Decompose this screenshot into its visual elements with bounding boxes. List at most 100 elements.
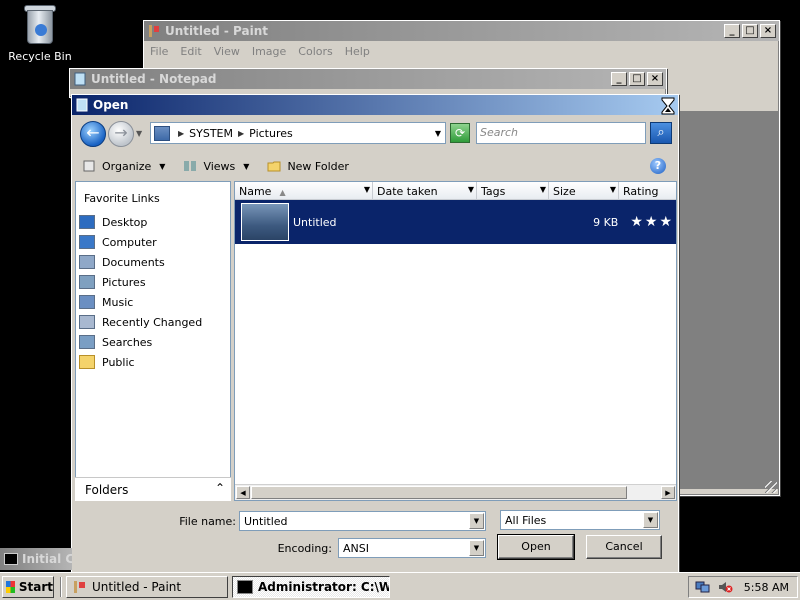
public-folder-icon	[79, 355, 95, 369]
chevron-down-icon[interactable]: ▼	[468, 185, 474, 194]
recent-pages-dropdown-icon[interactable]: ▼	[136, 129, 142, 138]
file-name-value: Untitled	[244, 515, 288, 528]
folders-label: Folders	[85, 482, 129, 497]
nav-item-documents[interactable]: Documents	[76, 252, 230, 272]
chevron-down-icon: ▼	[159, 161, 166, 171]
notepad-titlebar[interactable]: Untitled - Notepad _ □ ×	[70, 69, 666, 89]
file-type-select[interactable]: All Files ▼	[500, 510, 660, 530]
search-input[interactable]: Search	[476, 122, 646, 144]
views-button[interactable]: Views ▼	[183, 159, 249, 173]
navigation-bar: ← → ▼ ▶ SYSTEM ▶ Pictures ▼ ⟳ Search ⌕	[74, 117, 676, 151]
nav-item-searches[interactable]: Searches	[76, 332, 230, 352]
menu-file[interactable]: File	[150, 45, 168, 58]
nav-item-public[interactable]: Public	[76, 352, 230, 372]
search-button[interactable]: ⌕	[650, 122, 672, 144]
notepad-title: Untitled - Notepad	[91, 72, 217, 86]
file-size: 9 KB	[593, 215, 619, 229]
cancel-button[interactable]: Cancel	[586, 535, 662, 559]
resize-grip[interactable]	[765, 481, 777, 493]
nav-item-music[interactable]: Music	[76, 292, 230, 312]
close-button[interactable]: ×	[647, 72, 663, 86]
taskbar-button-paint[interactable]: Untitled - Paint	[66, 576, 228, 598]
documents-icon	[79, 255, 95, 269]
nav-item-pictures[interactable]: Pictures	[76, 272, 230, 292]
scrollbar-thumb[interactable]	[251, 486, 627, 499]
scroll-right-icon[interactable]: ▶	[661, 486, 675, 499]
column-size[interactable]: Size ▼	[549, 182, 619, 199]
column-date-taken[interactable]: Date taken ▼	[373, 182, 477, 199]
minimize-button[interactable]: _	[724, 24, 740, 38]
maximize-button[interactable]: □	[742, 24, 758, 38]
console-window-titlebar[interactable]: Initial Co	[0, 548, 72, 570]
organize-button[interactable]: Organize ▼	[82, 159, 165, 173]
taskbar-button-console[interactable]: Administrator: C:\Win...	[232, 576, 390, 598]
computer-icon	[79, 235, 95, 249]
chevron-down-icon[interactable]: ▼	[364, 185, 370, 194]
chevron-down-icon[interactable]: ▼	[610, 185, 616, 194]
minimize-button[interactable]: _	[611, 72, 627, 86]
maximize-button[interactable]: □	[629, 72, 645, 86]
recycle-bin-desktop-icon[interactable]: Recycle Bin	[4, 4, 76, 63]
chevron-down-icon[interactable]: ▼	[435, 129, 441, 138]
chevron-down-icon[interactable]: ▼	[469, 513, 484, 529]
chevron-right-icon[interactable]: ▶	[238, 129, 244, 138]
chevron-down-icon[interactable]: ▼	[469, 540, 484, 556]
folder-icon	[154, 125, 170, 141]
scroll-left-icon[interactable]: ◀	[236, 486, 250, 499]
breadcrumb-system[interactable]: SYSTEM	[189, 127, 233, 140]
forward-button[interactable]: →	[108, 121, 134, 147]
refresh-button[interactable]: ⟳	[450, 123, 470, 143]
encoding-select[interactable]: ANSI ▼	[338, 538, 486, 558]
menu-edit[interactable]: Edit	[180, 45, 201, 58]
chevron-down-icon[interactable]: ▼	[540, 185, 546, 194]
column-name[interactable]: Name ▲ ▼	[235, 182, 373, 199]
nav-item-label: Searches	[102, 335, 153, 349]
open-button[interactable]: Open	[497, 534, 575, 560]
close-button[interactable]: ×	[760, 24, 776, 38]
nav-item-computer[interactable]: Computer	[76, 232, 230, 252]
folders-toggle[interactable]: Folders ⌃	[75, 477, 231, 501]
column-tags[interactable]: Tags ▼	[477, 182, 549, 199]
file-name-field[interactable]: Untitled ▼	[239, 511, 486, 531]
back-button[interactable]: ←	[80, 121, 106, 147]
chevron-right-icon[interactable]: ▶	[178, 129, 184, 138]
views-icon	[184, 161, 197, 171]
open-dialog-titlebar[interactable]: Open	[72, 95, 678, 115]
help-icon[interactable]: ?	[650, 158, 666, 174]
column-label: Size	[553, 185, 576, 198]
nav-item-desktop[interactable]: Desktop	[76, 212, 230, 232]
horizontal-scrollbar[interactable]: ◀ ▶	[235, 484, 676, 500]
breadcrumb-pictures[interactable]: Pictures	[249, 127, 293, 140]
paint-menubar: File Edit View Image Colors Help	[144, 41, 779, 61]
views-label: Views	[203, 159, 236, 173]
taskbar-separator	[60, 577, 62, 597]
volume-muted-icon[interactable]	[717, 580, 733, 594]
desktop-icon	[79, 215, 95, 229]
navigation-pane: Favorite Links Desktop Computer Document…	[75, 181, 231, 501]
image-thumbnail	[241, 203, 289, 241]
paint-titlebar[interactable]: Untitled - Paint _ □ ×	[144, 21, 779, 41]
new-folder-button[interactable]: New Folder	[267, 159, 349, 173]
encoding-value: ANSI	[343, 542, 369, 555]
file-row[interactable]: Untitled 9 KB ★★★	[235, 200, 676, 244]
menu-image[interactable]: Image	[252, 45, 286, 58]
new-folder-icon	[267, 161, 281, 172]
paint-app-icon	[74, 581, 85, 593]
nav-item-recently-changed[interactable]: Recently Changed	[76, 312, 230, 332]
windows-logo-icon	[6, 581, 15, 593]
file-name: Untitled	[293, 215, 337, 229]
clock[interactable]: 5:58 AM	[744, 581, 789, 594]
breadcrumb: ▶ SYSTEM ▶ Pictures	[176, 127, 293, 140]
address-bar[interactable]: ▶ SYSTEM ▶ Pictures ▼	[150, 122, 446, 144]
nav-item-label: Computer	[102, 235, 157, 249]
menu-colors[interactable]: Colors	[298, 45, 332, 58]
menu-view[interactable]: View	[214, 45, 240, 58]
start-button[interactable]: Start	[2, 576, 54, 598]
network-icon[interactable]	[695, 580, 711, 594]
open-dialog[interactable]: Open ← → ▼ ▶ SYSTEM ▶ Pictures ▼ ⟳ Searc…	[71, 94, 679, 574]
chevron-down-icon[interactable]: ▼	[643, 512, 658, 528]
file-rating[interactable]: ★★★	[630, 214, 674, 230]
file-list[interactable]: Name ▲ ▼ Date taken ▼ Tags ▼ Size ▼ Ratin…	[234, 181, 677, 501]
column-rating[interactable]: Rating	[619, 182, 676, 199]
menu-help[interactable]: Help	[345, 45, 370, 58]
